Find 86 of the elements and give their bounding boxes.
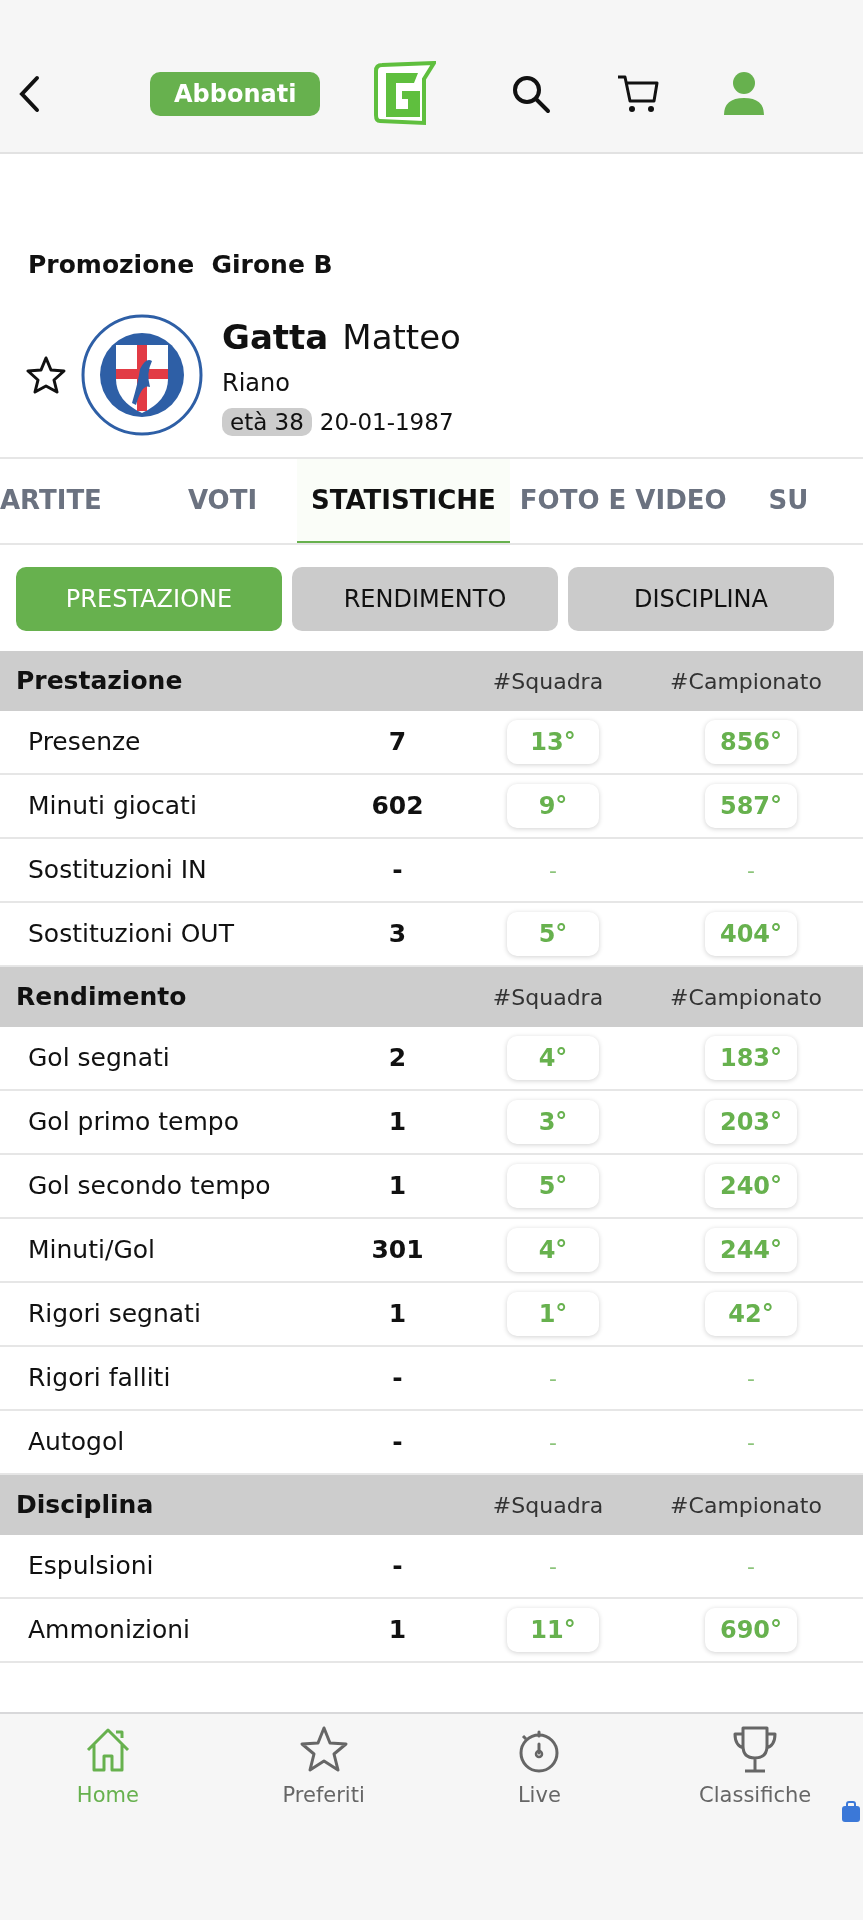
team-rank-badge: 4° bbox=[507, 1036, 599, 1080]
stat-label: Rigori segnati bbox=[27, 1298, 202, 1331]
stat-label: Gol primo tempo bbox=[27, 1106, 240, 1139]
player-name: Matteo bbox=[342, 316, 461, 357]
stat-value: 7 bbox=[387, 726, 408, 759]
nav-tab[interactable]: Home bbox=[0, 1714, 216, 1920]
stat-value: - bbox=[391, 1550, 404, 1583]
stat-label: Gol segnati bbox=[27, 1042, 171, 1075]
subscribe-button[interactable]: Abbonati bbox=[150, 71, 321, 117]
league-rank: - bbox=[747, 1364, 755, 1393]
nav-tab[interactable]: Classifiche bbox=[647, 1714, 863, 1920]
nav-tab[interactable]: Preferiti bbox=[215, 1714, 432, 1920]
player-surname: Gatta bbox=[222, 316, 329, 357]
team-rank-badge: 4° bbox=[507, 1228, 599, 1272]
stat-value: 1 bbox=[387, 1170, 408, 1203]
column-header: #Squadra bbox=[491, 667, 605, 696]
age-badge: età 38 bbox=[222, 407, 312, 436]
team-rank-badge: 5° bbox=[507, 912, 599, 956]
league-rank-badge: 183° bbox=[705, 1036, 797, 1080]
league-rank-badge: 404° bbox=[705, 912, 797, 956]
team-rank: - bbox=[549, 1552, 557, 1581]
team-rank-badge: 5° bbox=[507, 1164, 599, 1208]
stat-value: - bbox=[391, 854, 404, 887]
stat-label: Autogol bbox=[27, 1426, 126, 1459]
filter-button[interactable]: DISCIPLINA bbox=[568, 567, 834, 631]
section-title: Rendimento bbox=[15, 981, 188, 1014]
stat-label: Minuti/Gol bbox=[27, 1234, 156, 1267]
column-header: #Squadra bbox=[491, 983, 605, 1012]
briefcase-icon[interactable] bbox=[839, 1800, 863, 1824]
league-rank-badge: 42° bbox=[705, 1292, 797, 1336]
team-rank-badge: 3° bbox=[507, 1100, 599, 1144]
team-rank: - bbox=[549, 1428, 557, 1457]
team-rank-badge: 1° bbox=[507, 1292, 599, 1336]
league-rank-badge: 203° bbox=[705, 1100, 797, 1144]
column-header: #Squadra bbox=[491, 1491, 605, 1520]
stat-label: Ammonizioni bbox=[27, 1614, 192, 1647]
stat-label: Espulsioni bbox=[27, 1550, 155, 1583]
tab[interactable]: STATISTICHE bbox=[297, 459, 510, 543]
team-rank-badge: 11° bbox=[507, 1608, 599, 1652]
column-header: #Campionato bbox=[669, 983, 823, 1012]
team-rank: - bbox=[549, 1364, 557, 1393]
team-rank: - bbox=[549, 856, 557, 885]
stat-value: 3 bbox=[387, 918, 408, 951]
club-crest-icon bbox=[80, 313, 204, 438]
team-rank-badge: 9° bbox=[507, 784, 599, 828]
stat-value: - bbox=[391, 1426, 404, 1459]
team-name: Riano bbox=[222, 367, 291, 399]
cart-icon[interactable] bbox=[616, 73, 661, 115]
search-icon[interactable] bbox=[510, 73, 553, 115]
league-rank-badge: 690° bbox=[705, 1608, 797, 1652]
competition-title: Promozione Girone B bbox=[28, 249, 334, 281]
favorite-star-icon[interactable] bbox=[26, 356, 66, 395]
league-rank-badge: 244° bbox=[705, 1228, 797, 1272]
section-title: Disciplina bbox=[15, 1489, 155, 1522]
stat-value: 301 bbox=[370, 1234, 425, 1267]
stat-label: Gol secondo tempo bbox=[27, 1170, 272, 1203]
stat-value: 1 bbox=[387, 1614, 408, 1647]
stat-label: Minuti giocati bbox=[27, 790, 198, 823]
stat-value: - bbox=[391, 1362, 404, 1395]
filter-button[interactable]: PRESTAZIONE bbox=[16, 567, 282, 631]
stat-value: 1 bbox=[387, 1298, 408, 1331]
league-rank: - bbox=[747, 856, 755, 885]
league-rank-badge: 856° bbox=[705, 720, 797, 764]
filter-button[interactable]: RENDIMENTO bbox=[292, 567, 558, 631]
league-rank: - bbox=[747, 1552, 755, 1581]
section-title: Prestazione bbox=[15, 665, 184, 698]
back-icon[interactable] bbox=[18, 75, 40, 113]
tab[interactable]: ARTITE bbox=[0, 459, 102, 543]
stat-label: Sostituzioni OUT bbox=[27, 918, 235, 951]
league-rank: - bbox=[747, 1428, 755, 1457]
column-header: #Campionato bbox=[669, 667, 823, 696]
stat-value: 2 bbox=[387, 1042, 408, 1075]
nav-tab[interactable]: Live bbox=[431, 1714, 648, 1920]
stat-label: Sostituzioni IN bbox=[27, 854, 208, 887]
stat-label: Presenze bbox=[27, 726, 142, 759]
tab[interactable]: VOTI bbox=[187, 459, 258, 543]
stat-value: 602 bbox=[370, 790, 425, 823]
stat-label: Rigori falliti bbox=[27, 1362, 172, 1395]
birth-date: 20-01-1987 bbox=[319, 408, 454, 435]
league-rank-badge: 587° bbox=[705, 784, 797, 828]
stat-value: 1 bbox=[387, 1106, 408, 1139]
league-rank-badge: 240° bbox=[705, 1164, 797, 1208]
tab[interactable]: FOTO E VIDEO bbox=[509, 459, 737, 543]
team-rank-badge: 13° bbox=[507, 720, 599, 764]
column-header: #Campionato bbox=[669, 1491, 823, 1520]
tab[interactable]: SU bbox=[756, 459, 809, 543]
